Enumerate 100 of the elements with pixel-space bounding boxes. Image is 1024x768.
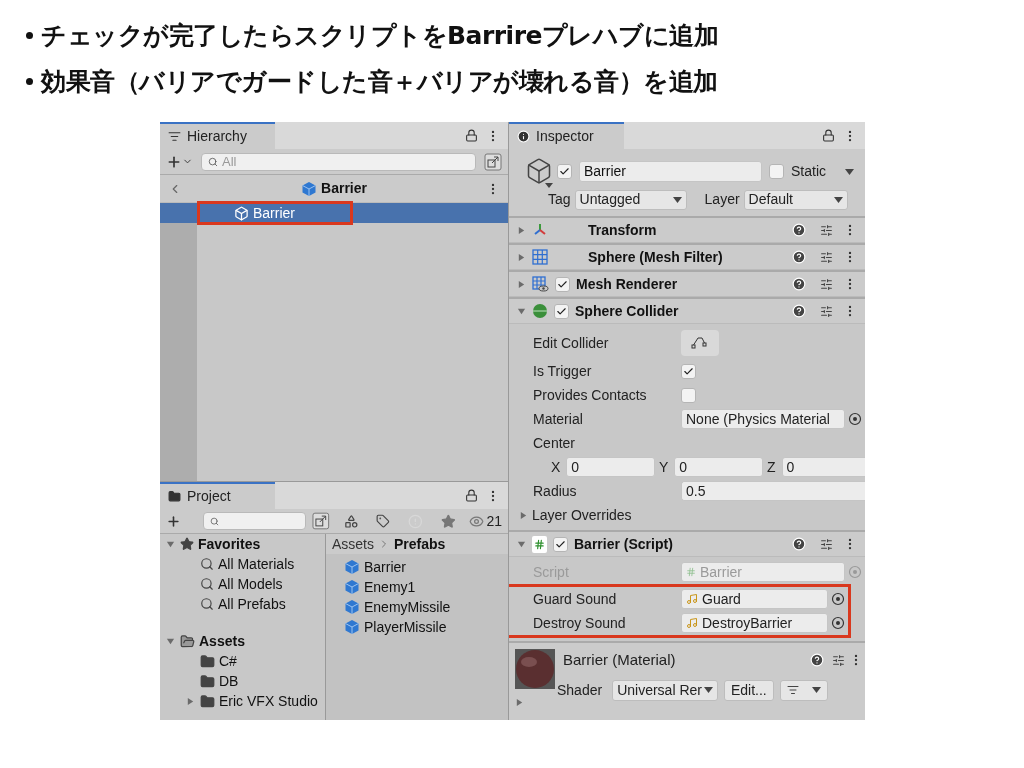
enabled-checkbox[interactable] [554, 303, 569, 319]
lock-icon[interactable] [465, 489, 478, 502]
panel-tab[interactable]: Inspector [509, 122, 624, 149]
tree-item[interactable]: Favorites [198, 534, 261, 555]
enabled-checkbox[interactable] [553, 536, 568, 552]
number-field[interactable]: 0 [781, 457, 865, 477]
checkbox[interactable] [681, 387, 696, 403]
field-label: Is Trigger [533, 361, 593, 381]
asset-item[interactable]: PlayerMissile [364, 616, 447, 638]
foldout-arrow-icon[interactable] [517, 306, 526, 316]
tree-item[interactable]: All Prefabs [218, 593, 286, 615]
plus-icon [166, 513, 181, 529]
foldout-arrow-icon[interactable] [515, 698, 524, 707]
enabled-checkbox[interactable] [555, 276, 570, 292]
static-checkbox[interactable] [769, 164, 784, 179]
type-filter-icon[interactable] [343, 513, 359, 529]
active-checkbox[interactable] [557, 164, 572, 179]
layer-dropdown[interactable]: Default [743, 189, 848, 210]
tree-item[interactable]: Assets [199, 630, 245, 652]
foldout-arrow-icon[interactable] [165, 539, 175, 549]
asset-item[interactable]: Enemy1 [364, 576, 416, 598]
tree-item[interactable]: All Materials [218, 553, 295, 575]
help-icon[interactable] [792, 304, 806, 318]
scene-view-icon[interactable] [484, 152, 502, 171]
folder-icon [168, 490, 181, 503]
breadcrumb-item[interactable]: Prefabs [394, 533, 446, 555]
name-field[interactable]: Barrier [579, 161, 762, 182]
folder-icon [200, 653, 215, 669]
preset-icon[interactable] [820, 277, 833, 291]
field-value: Guard [702, 590, 741, 608]
prefab-cube-icon [344, 559, 360, 575]
checkbox[interactable] [681, 363, 696, 379]
edit-button[interactable]: Edit... [723, 679, 774, 701]
help-icon[interactable] [792, 277, 806, 291]
foldout-arrow-icon[interactable] [517, 252, 526, 262]
preset-icon[interactable] [820, 250, 833, 264]
object-picker-icon[interactable] [831, 592, 845, 606]
foldout-arrow-icon[interactable] [185, 696, 195, 706]
help-icon[interactable] [810, 653, 824, 668]
grid-icon [532, 249, 548, 265]
help-icon[interactable] [792, 223, 806, 237]
check-icon [556, 305, 567, 317]
hash-icon [686, 567, 696, 577]
label-filter-icon[interactable] [376, 514, 391, 528]
field-value: DestroyBarrier [702, 614, 793, 632]
tree-item[interactable]: DB [219, 670, 239, 692]
tree-item[interactable]: All Models [218, 573, 283, 595]
object-field[interactable]: Guard [681, 589, 828, 609]
lock-icon[interactable] [465, 129, 478, 142]
hidden-packages-icon[interactable] [469, 513, 485, 529]
asset-item[interactable]: EnemyMissile [364, 596, 451, 618]
preset-icon[interactable] [820, 223, 833, 237]
search-placeholder: All [222, 152, 237, 171]
shader-options-dropdown[interactable] [779, 679, 828, 701]
foldout-arrow-icon[interactable] [517, 225, 526, 235]
object-picker-icon[interactable] [831, 616, 845, 630]
foldout-arrow-icon[interactable] [517, 279, 526, 289]
object-picker-icon[interactable] [848, 412, 862, 426]
preset-icon[interactable] [832, 653, 845, 667]
scene-view-icon[interactable] [312, 512, 330, 530]
lock-icon[interactable] [822, 129, 835, 142]
foldout-arrow-icon[interactable] [165, 636, 175, 646]
foldout-arrow-icon[interactable] [519, 510, 528, 520]
favorite-icon[interactable] [440, 513, 456, 529]
foldout-label[interactable]: Layer Overrides [532, 504, 632, 526]
object-field[interactable]: None (Physics Material [681, 409, 845, 429]
icon-dropdown-icon[interactable] [545, 183, 553, 189]
create-button[interactable] [166, 513, 181, 529]
preset-icon[interactable] [820, 537, 833, 551]
tree-item[interactable]: C# [219, 650, 237, 672]
caret-icon[interactable] [845, 168, 854, 175]
number-field[interactable]: 0 [566, 457, 655, 477]
tree-item[interactable]: Eric VFX Studio [219, 690, 318, 712]
preset-icon[interactable] [820, 304, 833, 318]
panel-tab[interactable]: Project [160, 482, 275, 509]
object-field[interactable]: DestroyBarrier [681, 613, 828, 633]
field-label: Guard Sound [533, 589, 618, 609]
foldout-arrow-icon[interactable] [517, 539, 526, 549]
component-title: Sphere Collider [575, 301, 680, 321]
help-icon[interactable] [792, 250, 806, 264]
number-field[interactable]: 0.5 [681, 481, 865, 501]
hierarchy-item[interactable]: Barrier [160, 203, 508, 223]
edit-collider-button[interactable] [681, 330, 719, 356]
asset-item[interactable]: Barrier [364, 556, 406, 578]
search-field[interactable] [203, 512, 307, 530]
search-icon [200, 597, 214, 611]
search-icon [210, 516, 219, 526]
material-title: Barrier (Material) [563, 650, 677, 670]
panel-tab[interactable]: Hierarchy [160, 122, 275, 149]
shader-dropdown[interactable]: Universal Rer [612, 679, 718, 701]
help-icon[interactable] [792, 537, 806, 551]
static-label: Static [791, 162, 826, 181]
star-icon [180, 537, 194, 551]
field-label: Material [533, 409, 584, 429]
tag-label: Tag [548, 190, 571, 209]
game-object-icon[interactable] [525, 157, 553, 185]
breadcrumb-item[interactable]: Assets [332, 533, 374, 555]
number-field[interactable]: 0 [674, 457, 763, 477]
tag-dropdown[interactable]: Untagged [574, 189, 687, 210]
caret-icon [833, 196, 843, 203]
